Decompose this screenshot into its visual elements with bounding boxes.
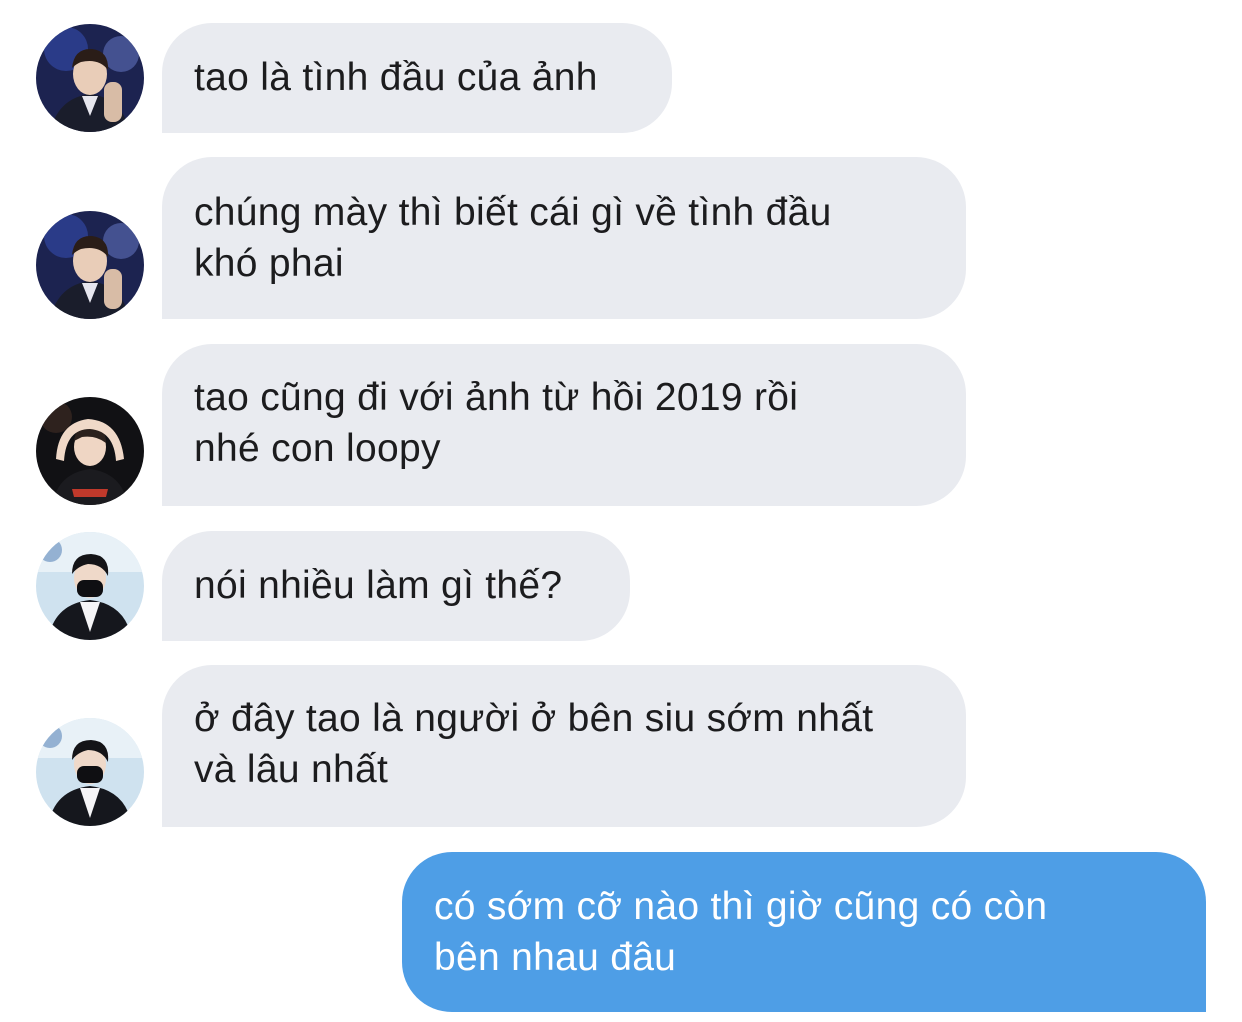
message-line: và lâu nhất	[194, 748, 389, 791]
message-line: tao là tình đầu của ảnh	[194, 56, 598, 99]
message-line: bên nhau đâu	[434, 936, 677, 979]
message-bubble-4[interactable]: nói nhiều làm gì thế?	[162, 531, 630, 641]
avatar-boy-dark-suit-icon[interactable]	[36, 211, 144, 319]
avatar-boy-black-mask-icon[interactable]	[36, 532, 144, 640]
message-line: nhé con loopy	[194, 427, 441, 470]
message-bubble-3[interactable]: tao cũng đi với ảnh từ hồi 2019 rồi nhé …	[162, 344, 966, 506]
message-line: chúng mày thì biết cái gì về tình đầu	[194, 191, 832, 234]
message-bubble-5[interactable]: ở đây tao là người ở bên siu sớm nhất và…	[162, 665, 966, 827]
message-bubble-1[interactable]: tao là tình đầu của ảnh	[162, 23, 672, 133]
avatar-boy-black-mask-icon[interactable]	[36, 718, 144, 826]
message-line: ở đây tao là người ở bên siu sớm nhất	[194, 697, 874, 740]
avatar-boy-dark-suit-icon[interactable]	[36, 24, 144, 132]
message-bubble-2[interactable]: chúng mày thì biết cái gì về tình đầu kh…	[162, 157, 966, 319]
avatar-boy-hands-on-head-icon[interactable]	[36, 397, 144, 505]
message-line: nói nhiều làm gì thế?	[194, 564, 563, 607]
message-line: khó phai	[194, 242, 344, 285]
message-line: tao cũng đi với ảnh từ hồi 2019 rồi	[194, 376, 799, 419]
message-bubble-outgoing[interactable]: có sớm cỡ nào thì giờ cũng có còn bên nh…	[402, 852, 1206, 1012]
message-line: có sớm cỡ nào thì giờ cũng có còn	[434, 885, 1048, 928]
